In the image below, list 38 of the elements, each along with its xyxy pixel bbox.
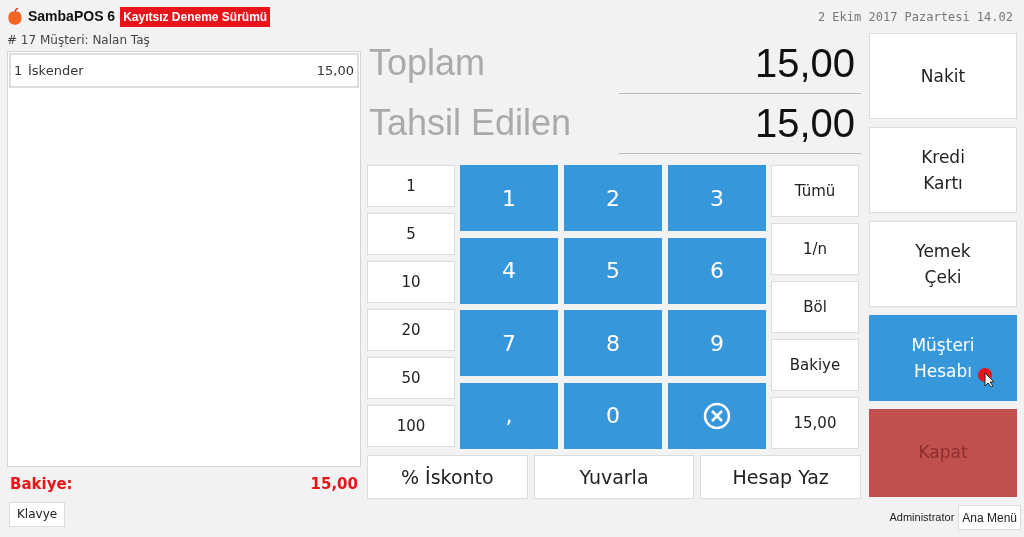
keyboard-button[interactable]: Klavye (9, 501, 66, 527)
action-button[interactable]: Hesap Yaz (700, 455, 861, 499)
amount-button[interactable]: 10 (367, 261, 455, 303)
logo-icon (7, 7, 23, 26)
order-row[interactable]: 1 İskender 15,00 (9, 53, 359, 88)
amount-button[interactable]: 20 (367, 309, 455, 351)
total-label: Toplam (369, 41, 486, 85)
split-button[interactable]: 15,00 (771, 397, 859, 449)
main-menu-button[interactable]: Ana Menü (958, 505, 1021, 530)
date-time: 2 Ekim 2017 Pazartesi 14.02 (817, 8, 1014, 26)
clear-button[interactable] (668, 382, 766, 449)
payment-button[interactable]: Nakit (869, 33, 1017, 119)
clear-icon (703, 401, 731, 430)
amount-button[interactable]: 1 (367, 165, 455, 207)
payment-button[interactable]: Yemek Çeki (869, 221, 1017, 307)
total-label: Tahsil Edilen (369, 101, 572, 145)
order-price: 15,00 (316, 61, 354, 80)
order-name: İskender (28, 61, 85, 80)
amount-button[interactable]: 100 (367, 405, 455, 447)
balance-value: 15,00 (310, 473, 358, 495)
payment-button[interactable]: Kredi Kartı (869, 127, 1017, 213)
split-button[interactable]: Tümü (771, 165, 859, 217)
app-name: SambaPOS 6 (28, 7, 116, 26)
amount-button[interactable]: 5 (367, 213, 455, 255)
split-button[interactable]: Bakiye (771, 339, 859, 391)
balance-label: Bakiye: (10, 473, 73, 495)
trial-badge: Kayıtsız Deneme Sürümü (120, 6, 271, 27)
ticket-title: # 17 Müşteri: Nalan Taş (7, 32, 151, 49)
cursor-icon (977, 367, 995, 387)
total-value: 15,00 (619, 92, 861, 154)
user-name: Administrator (889, 510, 955, 526)
split-button[interactable]: Böl (771, 281, 859, 333)
action-button[interactable]: Yuvarla (533, 455, 695, 499)
amount-button[interactable]: 50 (367, 357, 455, 399)
action-button[interactable]: % İskonto (367, 455, 528, 499)
total-value: 15,00 (619, 32, 861, 94)
split-button[interactable]: 1/n (771, 223, 859, 275)
order-qty: 1 (14, 61, 24, 80)
